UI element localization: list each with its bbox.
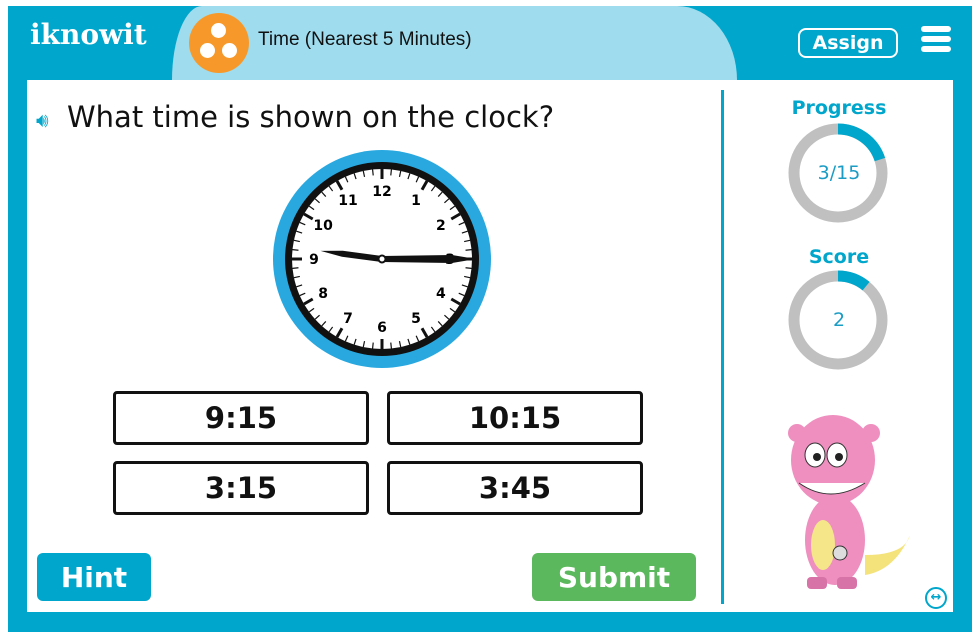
clock-number: 12 [372, 184, 391, 200]
question-text: What time is shown on the clock? [67, 100, 555, 134]
clock-tick [292, 267, 299, 270]
answer-option[interactable]: 10:15 [387, 391, 643, 445]
divider [721, 90, 724, 604]
clock-tick [390, 169, 393, 176]
logo[interactable]: iknowit [30, 18, 147, 51]
clock-number: 1 [411, 193, 421, 209]
clock-tick [371, 342, 374, 349]
clock-tick [390, 342, 393, 349]
three-dots-icon [189, 13, 249, 73]
score-label: Score [808, 246, 870, 268]
clock-tick [465, 248, 472, 251]
clock-number: 7 [343, 311, 353, 327]
page-title: Time (Nearest 5 Minutes) [258, 29, 472, 50]
clock-tick [465, 267, 472, 270]
clock-number: 4 [436, 286, 446, 302]
progress-label: Progress [791, 97, 887, 119]
clock-number: 5 [411, 311, 421, 327]
clock-number: 2 [436, 218, 446, 234]
clock-number: 8 [318, 286, 328, 302]
clock-tick [292, 248, 299, 251]
score-value: 2 [832, 309, 846, 331]
clock-number: 11 [338, 193, 357, 209]
clock-number: 9 [309, 252, 319, 268]
clock-number: 10 [313, 218, 333, 234]
expand-arrows-icon[interactable]: ↔ [925, 587, 947, 609]
submit-button[interactable]: Submit [532, 553, 696, 601]
clock-tick [371, 169, 374, 176]
speaker-icon[interactable]: 🔊︎ [36, 108, 49, 132]
answer-option[interactable]: 3:45 [387, 461, 643, 515]
answer-option[interactable]: 3:15 [113, 461, 369, 515]
hint-button[interactable]: Hint [37, 553, 151, 601]
monster-mascot [788, 415, 910, 589]
clock: 121234567891011 [273, 150, 491, 368]
answer-option[interactable]: 9:15 [113, 391, 369, 445]
hamburger-icon[interactable] [921, 26, 951, 54]
progress-value: 3/15 [817, 162, 861, 184]
assign-button[interactable]: Assign [798, 28, 898, 58]
clock-number: 6 [377, 320, 387, 336]
